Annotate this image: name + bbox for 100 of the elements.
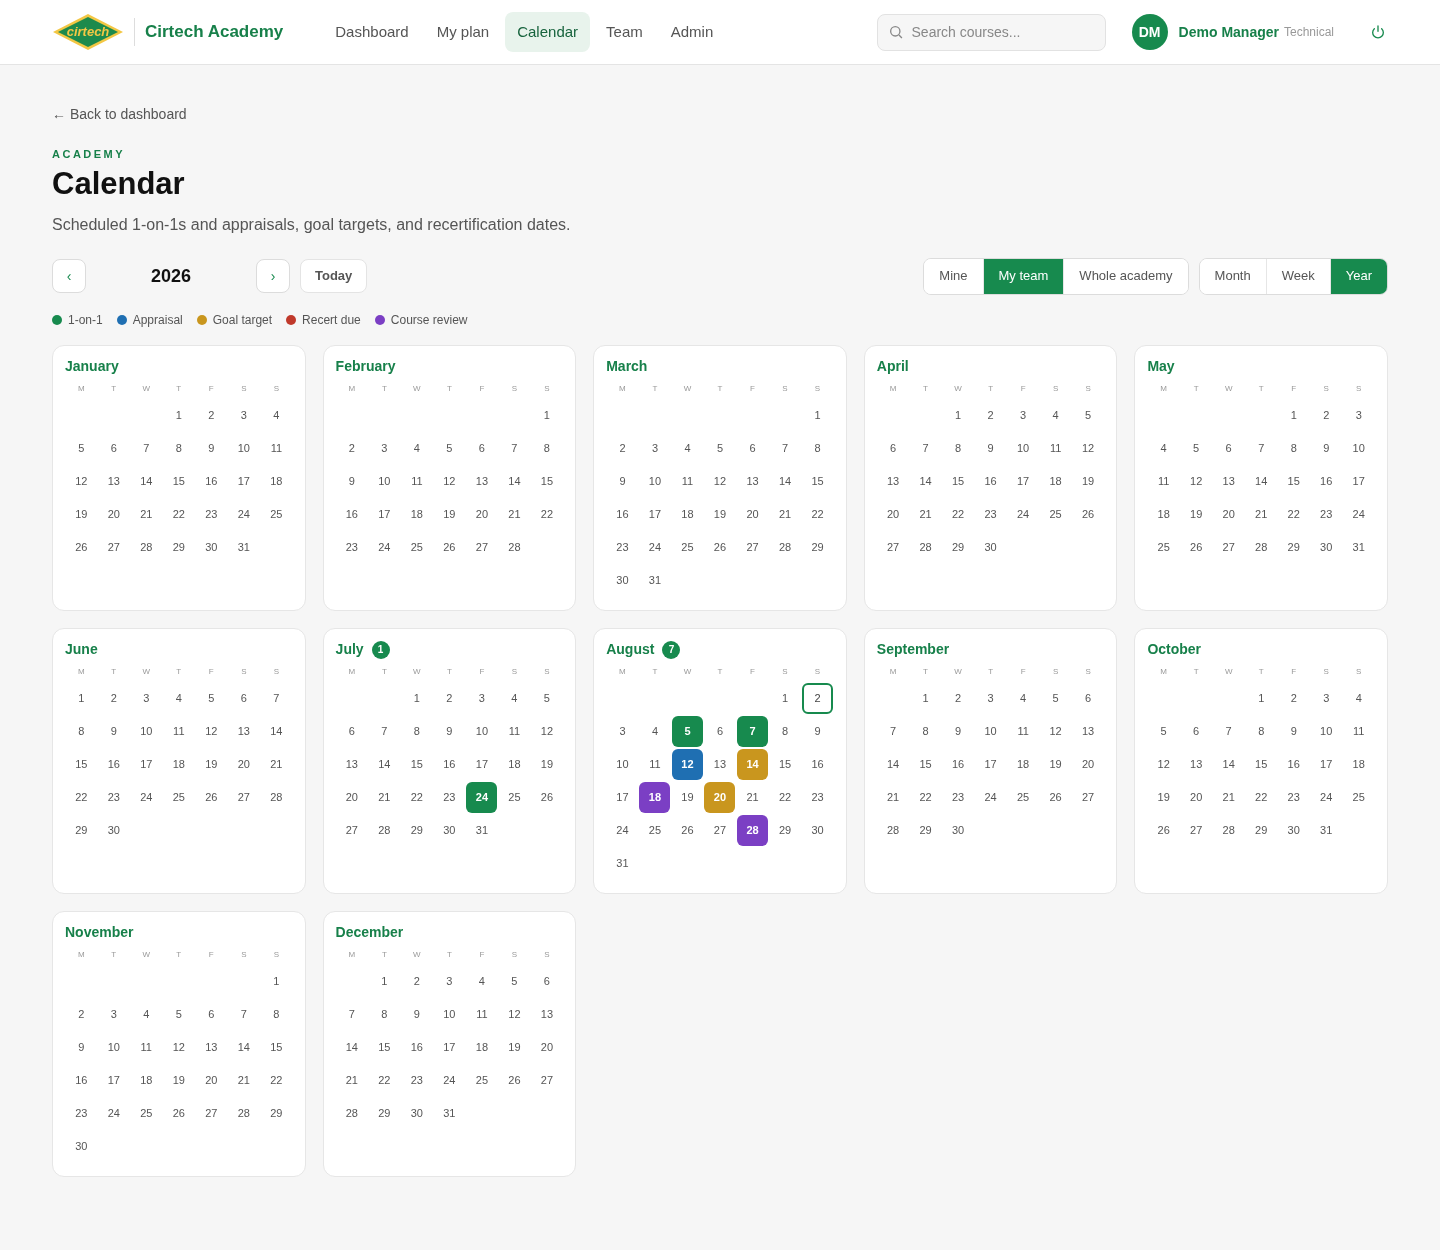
day-number[interactable]: 22 — [410, 788, 423, 806]
day-number[interactable]: 21 — [237, 1071, 250, 1089]
day-number[interactable]: 8 — [1290, 439, 1297, 457]
day-number[interactable]: 14 — [778, 472, 792, 490]
day-number[interactable]: 25 — [648, 821, 662, 839]
day-number[interactable]: 6 — [543, 972, 550, 990]
day-number[interactable]: 5 — [716, 439, 724, 457]
day-number[interactable]: 27 — [475, 538, 488, 556]
day-number[interactable]: 28 — [237, 1104, 250, 1122]
day-number[interactable]: 25 — [1352, 788, 1365, 806]
day-number[interactable]: 27 — [205, 1104, 218, 1122]
day-number[interactable]: 20 — [1222, 505, 1235, 523]
day-number[interactable]: 26 — [681, 821, 694, 839]
day-number[interactable]: 14 — [270, 722, 283, 740]
day-number[interactable]: 17 — [616, 788, 629, 806]
day-number[interactable]: 9 — [78, 1038, 85, 1056]
day-number[interactable]: 9 — [619, 472, 626, 490]
day-number[interactable]: 30 — [1287, 821, 1300, 839]
day-number[interactable]: 25 — [475, 1071, 488, 1089]
day-number[interactable]: 11 — [681, 472, 694, 490]
day-number[interactable]: 4 — [143, 1005, 150, 1023]
day-number[interactable]: 3 — [110, 1005, 117, 1023]
day-number[interactable]: 21 — [378, 788, 391, 806]
day-number[interactable]: 25 — [410, 538, 423, 556]
today-button[interactable]: Today — [300, 259, 368, 293]
day-number[interactable]: 31 — [443, 1104, 456, 1122]
day-number[interactable]: 21 — [919, 505, 932, 523]
day-number[interactable]: 27 — [1190, 821, 1203, 839]
day-number[interactable]: 6 — [1085, 689, 1092, 707]
day-number[interactable]: 27 — [1082, 788, 1095, 806]
day-number[interactable]: 10 — [1352, 439, 1365, 457]
day-number[interactable]: 26 — [540, 788, 554, 806]
segment-tab[interactable]: Year — [1329, 258, 1387, 294]
day-number[interactable]: 30 — [984, 538, 997, 556]
day-number[interactable]: 14 — [1255, 472, 1268, 490]
day-number[interactable]: 22 — [75, 788, 88, 806]
day-number[interactable]: 12 — [540, 722, 554, 740]
day-number[interactable]: 14 — [886, 755, 900, 773]
day-number[interactable]: 21 — [746, 788, 759, 806]
day-number[interactable]: 1 — [1258, 689, 1265, 707]
day-number[interactable]: 16 — [811, 755, 824, 773]
day-number[interactable]: 8 — [543, 439, 550, 457]
day-number[interactable]: 10 — [237, 439, 250, 457]
day-number[interactable]: 7 — [1225, 722, 1232, 740]
day-number[interactable]: 19 — [1190, 505, 1203, 523]
day-number[interactable]: 14 — [140, 472, 153, 490]
day-number[interactable]: 29 — [378, 1104, 391, 1122]
day-number[interactable]: 1 — [543, 406, 550, 424]
day-number[interactable]: 27 — [713, 821, 727, 839]
day-number[interactable]: 19 — [75, 505, 88, 523]
day-number[interactable]: 2 — [78, 1005, 85, 1023]
day-number[interactable]: 3 — [446, 972, 453, 990]
day-number[interactable]: 26 — [1082, 505, 1095, 523]
day-number[interactable]: 24 — [1016, 505, 1030, 523]
day-number[interactable]: 16 — [205, 472, 218, 490]
search-field[interactable]: Search courses... — [876, 13, 1106, 51]
day-number[interactable]: 16 — [951, 755, 965, 773]
day-number[interactable]: 7 — [511, 439, 518, 457]
day-number[interactable]: 18 — [1016, 755, 1030, 773]
day-number[interactable]: 3 — [619, 722, 626, 740]
day-number[interactable]: 21 — [140, 505, 153, 523]
day-number[interactable]: 4 — [1355, 689, 1362, 707]
day-number[interactable]: 31 — [237, 538, 250, 556]
event-day[interactable]: 18 — [639, 781, 671, 813]
event-day[interactable]: 12 — [671, 748, 703, 780]
day-number[interactable]: 13 — [746, 472, 759, 490]
day-number[interactable]: 12 — [1082, 439, 1095, 457]
day-number[interactable]: 16 — [984, 472, 997, 490]
day-number[interactable]: 28 — [140, 538, 153, 556]
day-number[interactable]: 30 — [410, 1104, 423, 1122]
day-number[interactable]: 22 — [1287, 505, 1300, 523]
day-number[interactable]: 26 — [205, 788, 218, 806]
day-number[interactable]: 6 — [240, 689, 247, 707]
day-number[interactable]: 12 — [1190, 472, 1203, 490]
nav-link[interactable]: Dashboard — [323, 11, 421, 53]
day-number[interactable]: 12 — [443, 472, 456, 490]
day-number[interactable]: 28 — [378, 821, 391, 839]
day-number[interactable]: 1 — [781, 689, 789, 707]
day-number[interactable]: 8 — [922, 722, 929, 740]
day-number[interactable]: 29 — [919, 821, 932, 839]
day-number[interactable]: 30 — [1320, 538, 1333, 556]
event-day[interactable]: 28 — [737, 814, 768, 846]
day-number[interactable]: 11 — [140, 1038, 152, 1056]
day-number[interactable]: 18 — [1157, 505, 1170, 523]
day-number[interactable]: 2 — [619, 439, 626, 457]
day-number[interactable]: 4 — [478, 972, 485, 990]
day-number[interactable]: 21 — [508, 505, 521, 523]
day-number[interactable]: 25 — [681, 538, 694, 556]
day-number[interactable]: 4 — [1052, 406, 1059, 424]
day-number[interactable]: 12 — [1157, 755, 1170, 773]
day-number[interactable]: 19 — [713, 505, 727, 523]
day-number[interactable]: 24 — [237, 505, 250, 523]
previous-year-button[interactable]: ‹ — [52, 259, 86, 293]
day-number[interactable]: 1 — [814, 406, 821, 424]
nav-link[interactable]: My plan — [424, 11, 502, 53]
day-number[interactable]: 9 — [987, 439, 994, 457]
day-number[interactable]: 4 — [273, 406, 280, 424]
day-number[interactable]: 28 — [508, 538, 521, 556]
day-number[interactable]: 20 — [746, 505, 759, 523]
day-number[interactable]: 6 — [348, 722, 355, 740]
